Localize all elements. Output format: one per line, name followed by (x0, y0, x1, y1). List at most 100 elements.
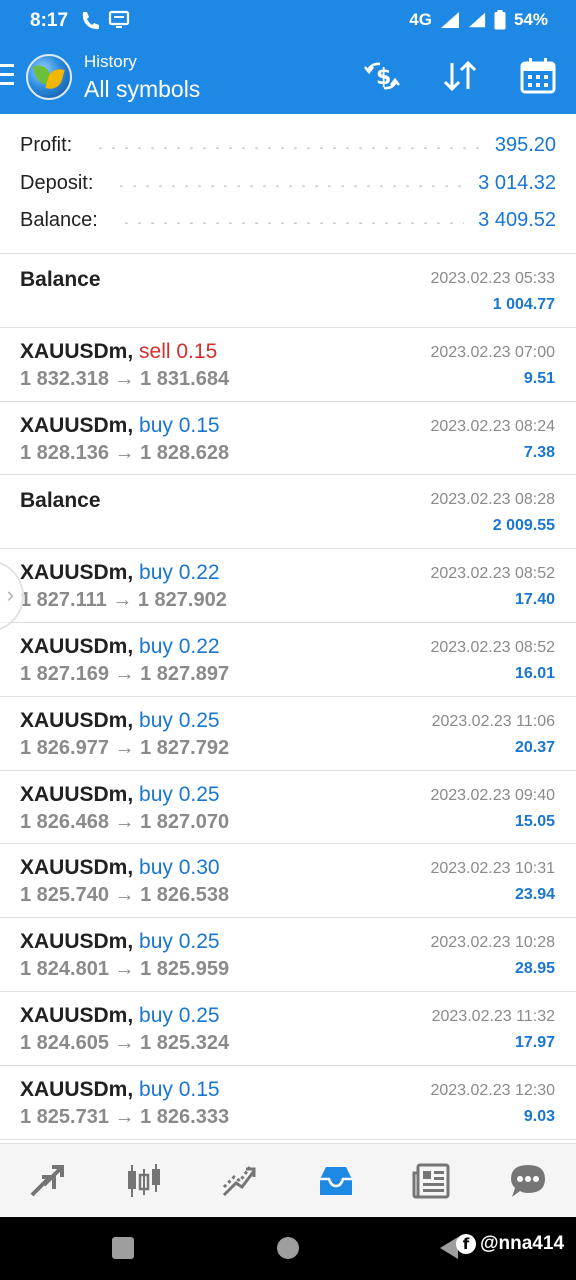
item-profit: 23.94 (514, 886, 555, 904)
status-bar: 8:17 4G 54% (0, 0, 576, 42)
item-symbol-line: XAUUSDm, buy 0.22 (20, 635, 220, 659)
sort-icon (443, 60, 477, 92)
deal-list: Balance 2023.02.23 05:33 1 004.77 XAUUSD… (0, 254, 576, 1140)
item-date: 2023.02.23 12:30 (430, 1081, 555, 1099)
item-symbol: XAUUSDm, (20, 634, 134, 658)
balance-value: 3 409.52 (478, 208, 556, 231)
item-date: 2023.02.23 08:52 (430, 565, 555, 583)
quotes-icon (30, 1164, 64, 1196)
profit-label: Profit: (20, 133, 73, 156)
item-symbol: XAUUSDm, (20, 561, 134, 585)
nav-chart[interactable] (96, 1144, 192, 1217)
item-symbol-line: XAUUSDm, buy 0.25 (20, 1004, 220, 1028)
item-date: 2023.02.23 10:28 (430, 934, 555, 952)
header-subtitle: History (84, 52, 137, 71)
item-symbol: XAUUSDm, (20, 930, 134, 954)
status-time: 8:17 (30, 10, 69, 31)
item-volume: buy 0.15 (139, 413, 220, 437)
nav-history[interactable] (288, 1144, 384, 1217)
header-title: All symbols (84, 76, 201, 102)
item-prices: 1 826.977 → 1 827.792 (20, 736, 230, 759)
item-symbol: XAUUSDm, (20, 339, 134, 363)
deal-item[interactable]: XAUUSDm, buy 0.15 1 828.136 → 1 828.628 … (0, 402, 576, 476)
menu-icon (0, 64, 14, 67)
metatrader-logo (26, 54, 72, 100)
home-button[interactable] (277, 1237, 299, 1259)
deposit-row: Deposit: 3 014.32 (20, 168, 556, 198)
trade-icon (222, 1165, 256, 1196)
item-symbol: XAUUSDm, (20, 708, 134, 732)
balance-item[interactable]: Balance 2023.02.23 05:33 1 004.77 (0, 254, 576, 328)
deal-item[interactable]: XAUUSDm, buy 0.22 1 827.169 → 1 827.897 … (0, 623, 576, 697)
currency-exchange-button[interactable]: $ (362, 56, 402, 96)
item-amount: 1 004.77 (492, 296, 555, 313)
item-volume: buy 0.25 (139, 782, 220, 806)
item-volume: buy 0.15 (139, 1077, 220, 1101)
item-prices: 1 825.731 → 1 826.333 (20, 1105, 230, 1128)
nav-news[interactable] (384, 1144, 480, 1217)
item-prices: 1 828.136 → 1 828.628 (20, 441, 230, 464)
item-symbol-line: XAUUSDm, buy 0.30 (20, 856, 220, 880)
item-profit: 7.38 (523, 443, 555, 461)
item-volume: buy 0.25 (139, 1003, 220, 1027)
deal-item[interactable]: XAUUSDm, buy 0.30 1 825.740 → 1 826.538 … (0, 844, 576, 919)
deal-item[interactable]: XAUUSDm, buy 0.25 1 826.977 → 1 827.792 … (0, 697, 576, 771)
item-symbol: XAUUSDm, (20, 1077, 134, 1101)
signal-icon-2 (468, 12, 486, 28)
currency-exchange-icon: $ (363, 62, 401, 90)
sort-button[interactable] (440, 56, 480, 96)
deal-item[interactable]: XAUUSDm, sell 0.15 1 832.318 → 1 831.684… (0, 328, 576, 402)
calendar-icon (520, 58, 556, 94)
item-date: 2023.02.23 08:28 (430, 491, 555, 509)
battery-icon (494, 10, 506, 30)
balance-label: Balance: (20, 208, 98, 231)
item-profit: 9.03 (523, 1107, 555, 1125)
deal-item[interactable]: XAUUSDm, buy 0.25 1 824.801 → 1 825.959 … (0, 918, 576, 992)
item-volume: buy 0.22 (139, 634, 220, 658)
item-profit: 15.05 (514, 812, 555, 830)
item-symbol-line: XAUUSDm, buy 0.22 (20, 561, 220, 585)
item-profit: 28.95 (514, 960, 555, 978)
item-profit: 17.40 (514, 591, 555, 609)
item-date: 2023.02.23 08:24 (430, 417, 555, 435)
leader-dots (115, 185, 465, 187)
chart-icon (128, 1163, 160, 1197)
item-symbol-line: XAUUSDm, buy 0.25 (20, 783, 220, 807)
watermark-text: @nna414 (480, 1233, 565, 1254)
item-symbol-line: XAUUSDm, buy 0.25 (20, 930, 220, 954)
nav-chat[interactable] (480, 1144, 576, 1217)
deal-item[interactable]: XAUUSDm, buy 0.22 1 827.111 → 1 827.902 … (0, 549, 576, 623)
item-title: Balance (20, 268, 101, 291)
menu-button[interactable] (0, 64, 18, 90)
news-icon (412, 1163, 450, 1198)
leader-dots (119, 222, 465, 224)
battery-percent: 54% (513, 10, 548, 29)
recent-apps-button[interactable] (112, 1237, 134, 1259)
signal-icon (440, 12, 459, 28)
nav-trade[interactable] (192, 1144, 288, 1217)
deposit-value: 3 014.32 (478, 171, 556, 194)
item-prices: 1 826.468 → 1 827.070 (20, 810, 230, 833)
item-profit: 17.97 (514, 1033, 555, 1051)
item-profit: 20.37 (514, 738, 555, 756)
item-prices: 1 827.111 → 1 827.902 (20, 589, 227, 612)
profit-row: Profit: 395.20 (20, 130, 556, 160)
item-prices: 1 832.318 → 1 831.684 (20, 367, 230, 390)
svg-text:$: $ (376, 65, 391, 90)
bottom-navigation (0, 1143, 576, 1217)
balance-item[interactable]: Balance 2023.02.23 08:28 2 009.55 (0, 475, 576, 550)
profit-value: 395.20 (494, 133, 556, 156)
deal-item[interactable]: XAUUSDm, buy 0.15 1 825.731 → 1 826.333 … (0, 1066, 576, 1140)
chevron-right-icon: › (6, 582, 14, 607)
nav-quotes[interactable] (0, 1144, 96, 1217)
deal-item[interactable]: XAUUSDm, buy 0.25 1 826.468 → 1 827.070 … (0, 771, 576, 845)
calendar-button[interactable] (518, 56, 558, 96)
cast-icon (108, 10, 130, 28)
item-volume: buy 0.30 (139, 856, 220, 880)
deal-item[interactable]: XAUUSDm, buy 0.25 1 824.605 → 1 825.324 … (0, 992, 576, 1066)
history-icon (320, 1166, 352, 1195)
item-date: 2023.02.23 09:40 (430, 786, 555, 804)
watermark: f @nna414 (456, 1233, 564, 1255)
item-symbol: XAUUSDm, (20, 856, 134, 880)
title-block[interactable]: History All symbols (84, 52, 200, 104)
